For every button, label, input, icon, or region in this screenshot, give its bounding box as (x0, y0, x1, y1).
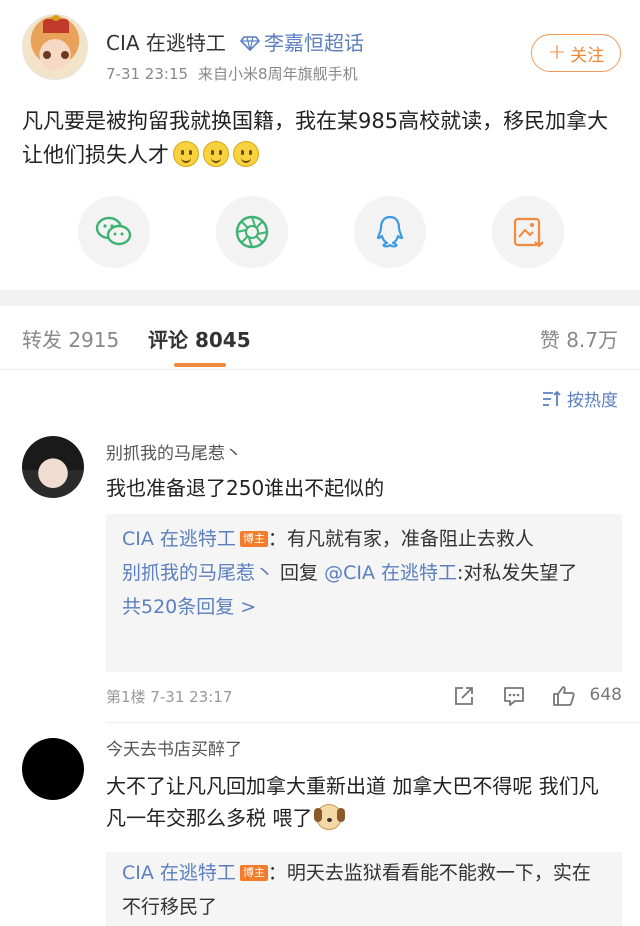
reply-preview-box[interactable]: CIA 在逃特工 博主 ：明天去监狱看看能不能救一下，实在不行移民了 (106, 852, 622, 926)
super-topic-link[interactable]: 李嘉恒超话 (264, 30, 364, 56)
reply-item: 别抓我的马尾惹丶 回复 @CIA 在逃特工:对私发失望了 (122, 556, 606, 590)
more-replies-link[interactable]: 共520条回复 > (122, 590, 606, 624)
smile-emoji-icon (173, 141, 199, 167)
post-text: 凡凡要是被拘留我就换国籍，我在某985高校就读，移民加拿大让他们损失人才 (22, 109, 609, 167)
dog-emoji-icon (314, 804, 343, 830)
section-divider (0, 290, 640, 306)
host-badge: 博主 (239, 865, 268, 881)
moments-icon (235, 215, 269, 249)
follow-label: 关注 (570, 45, 605, 66)
reply-text: :对私发失望了 (457, 562, 578, 584)
post-body: 凡凡要是被拘留我就换国籍，我在某985高校就读，移民加拿大让他们损失人才 (22, 104, 622, 172)
author-name[interactable]: CIA 在逃特工 (106, 30, 226, 56)
share-icon (455, 687, 473, 705)
reply-verb: 回复 (274, 562, 325, 584)
wechat-icon (95, 216, 132, 246)
post-time: 7-31 23:15 (106, 65, 189, 83)
save-image-icon (513, 217, 544, 248)
comment-icon (504, 687, 524, 706)
comment-text-content: 大不了让凡凡回加拿大重新出道 加拿大巴不得呢 我们凡凡一年交那么多税 喂了 (106, 774, 599, 830)
share-wechat-button[interactable] (78, 196, 150, 268)
reply-text: ：有凡就有家，准备阻止去救人 (267, 528, 534, 550)
plus-icon: + (547, 40, 567, 65)
sort-by-hot-button[interactable]: 按热度 (541, 386, 618, 411)
sort-bar: 按热度 (0, 370, 640, 426)
tab-reposts[interactable]: 转发 2915 (22, 326, 119, 354)
active-tab-indicator (174, 363, 226, 367)
commenter-name[interactable]: 今天去书店买醉了 (106, 738, 242, 762)
reply-author[interactable]: 别抓我的马尾惹丶 (122, 562, 274, 584)
host-badge: 博主 (239, 531, 268, 547)
post-meta: 7-31 23:15 来自小米8周年旗舰手机 (106, 64, 358, 84)
like-count: 648 (589, 685, 622, 705)
reply-preview-box[interactable]: CIA 在逃特工 博主 ：有凡就有家，准备阻止去救人 别抓我的马尾惹丶 回复 @CI… (106, 514, 622, 672)
reply-comment-button[interactable] (500, 682, 528, 710)
floor-number: 第1楼 (106, 688, 146, 706)
comment-meta: 第1楼 7-31 23:17 (106, 686, 232, 707)
commenter-avatar[interactable] (22, 436, 84, 498)
commenter-avatar[interactable] (22, 738, 84, 800)
sort-icon (543, 390, 561, 406)
commenter-name[interactable]: 别抓我的马尾惹丶 (106, 442, 242, 466)
crown-decoration (43, 15, 69, 33)
sort-label: 按热度 (567, 391, 618, 411)
smile-emoji-icon (203, 141, 229, 167)
comment-time: 7-31 23:17 (150, 688, 233, 706)
qq-icon (376, 215, 404, 248)
post-tabs: 转发 2915 评论 8045 赞 8.7万 (0, 306, 640, 370)
reply-author[interactable]: CIA 在逃特工 (122, 862, 236, 884)
tab-likes[interactable]: 赞 8.7万 (540, 326, 618, 354)
mention-link[interactable]: @CIA 在逃特工 (324, 562, 457, 584)
like-comment-button[interactable] (550, 682, 578, 710)
reply-author[interactable]: CIA 在逃特工 (122, 528, 236, 550)
comment-text: 我也准备退了250谁出不起似的 (106, 476, 385, 500)
repost-comment-button[interactable] (450, 682, 478, 710)
reply-item: CIA 在逃特工 博主 ：明天去监狱看看能不能救一下，实在不行移民了 (122, 856, 606, 924)
smile-emoji-icon (233, 141, 259, 167)
diamond-topic-icon (240, 36, 260, 51)
reply-item: CIA 在逃特工 博主 ：有凡就有家，准备阻止去救人 (122, 522, 606, 556)
post-source: 来自小米8周年旗舰手机 (198, 65, 358, 83)
author-avatar[interactable] (22, 14, 88, 80)
follow-button[interactable]: + 关注 (531, 34, 621, 72)
comment-divider (106, 722, 640, 723)
share-qq-button[interactable] (354, 196, 426, 268)
share-row (0, 196, 640, 268)
comment-text: 大不了让凡凡回加拿大重新出道 加拿大巴不得呢 我们凡凡一年交那么多税 喂了 (106, 770, 606, 834)
thumbs-up-icon (553, 686, 575, 706)
post-header: CIA 在逃特工 李嘉恒超话 7-31 23:15 来自小米8周年旗舰手机 + 关… (0, 0, 640, 100)
tab-comments[interactable]: 评论 8045 (148, 326, 251, 354)
comment-footer: 第1楼 7-31 23:17 648 (106, 678, 622, 714)
save-image-button[interactable] (492, 196, 564, 268)
share-moments-button[interactable] (216, 196, 288, 268)
